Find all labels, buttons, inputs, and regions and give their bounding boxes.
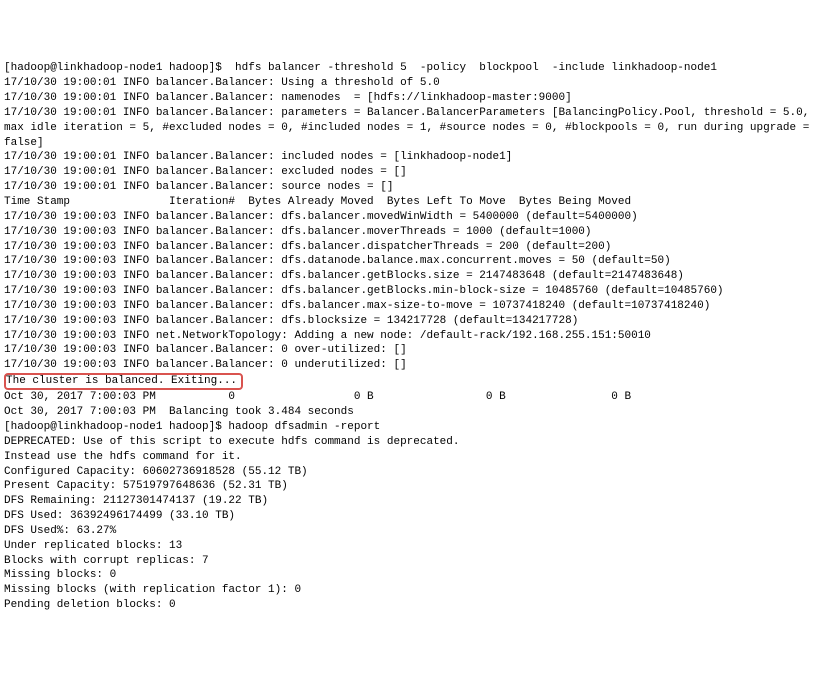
terminal-line: Under replicated blocks: 13 <box>4 539 817 554</box>
terminal-line: Time Stamp Iteration# Bytes Already Move… <box>4 195 817 210</box>
terminal-line: 17/10/30 19:00:03 INFO balancer.Balancer… <box>4 343 817 358</box>
terminal-line: DFS Remaining: 21127301474137 (19.22 TB) <box>4 494 817 509</box>
terminal-line: 17/10/30 19:00:01 INFO balancer.Balancer… <box>4 76 817 91</box>
highlighted-message: The cluster is balanced. Exiting... <box>4 373 243 390</box>
terminal-line: DFS Used: 36392496174499 (33.10 TB) <box>4 509 817 524</box>
terminal-line: Instead use the hdfs command for it. <box>4 450 817 465</box>
terminal-line: [hadoop@linkhadoop-node1 hadoop]$ hadoop… <box>4 420 817 435</box>
terminal-line: 17/10/30 19:00:03 INFO balancer.Balancer… <box>4 240 817 255</box>
terminal-line: 17/10/30 19:00:01 INFO balancer.Balancer… <box>4 150 817 165</box>
terminal-line: 17/10/30 19:00:03 INFO balancer.Balancer… <box>4 358 817 373</box>
terminal-line: 17/10/30 19:00:01 INFO balancer.Balancer… <box>4 106 817 151</box>
terminal-line: 17/10/30 19:00:01 INFO balancer.Balancer… <box>4 180 817 195</box>
terminal-line: 17/10/30 19:00:03 INFO balancer.Balancer… <box>4 225 817 240</box>
terminal-line: DEPRECATED: Use of this script to execut… <box>4 435 817 450</box>
terminal-line: 17/10/30 19:00:03 INFO balancer.Balancer… <box>4 299 817 314</box>
terminal-line: 17/10/30 19:00:03 INFO balancer.Balancer… <box>4 314 817 329</box>
terminal-line: Blocks with corrupt replicas: 7 <box>4 554 817 569</box>
terminal-output: [hadoop@linkhadoop-node1 hadoop]$ hdfs b… <box>4 61 817 613</box>
terminal-line: Oct 30, 2017 7:00:03 PM 0 0 B 0 B 0 B <box>4 390 817 405</box>
terminal-line: Missing blocks (with replication factor … <box>4 583 817 598</box>
terminal-line: Missing blocks: 0 <box>4 568 817 583</box>
terminal-line: The cluster is balanced. Exiting... <box>4 373 817 390</box>
terminal-line: 17/10/30 19:00:03 INFO balancer.Balancer… <box>4 210 817 225</box>
terminal-line: 17/10/30 19:00:03 INFO balancer.Balancer… <box>4 284 817 299</box>
terminal-line: DFS Used%: 63.27% <box>4 524 817 539</box>
terminal-line: Configured Capacity: 60602736918528 (55.… <box>4 465 817 480</box>
terminal-line: 17/10/30 19:00:03 INFO balancer.Balancer… <box>4 269 817 284</box>
terminal-line: 17/10/30 19:00:01 INFO balancer.Balancer… <box>4 165 817 180</box>
terminal-line: Oct 30, 2017 7:00:03 PM Balancing took 3… <box>4 405 817 420</box>
terminal-line: [hadoop@linkhadoop-node1 hadoop]$ hdfs b… <box>4 61 817 76</box>
terminal-line: 17/10/30 19:00:01 INFO balancer.Balancer… <box>4 91 817 106</box>
terminal-line: 17/10/30 19:00:03 INFO net.NetworkTopolo… <box>4 329 817 344</box>
terminal-line: Pending deletion blocks: 0 <box>4 598 817 613</box>
terminal-line: Present Capacity: 57519797648636 (52.31 … <box>4 479 817 494</box>
terminal-line: 17/10/30 19:00:03 INFO balancer.Balancer… <box>4 254 817 269</box>
